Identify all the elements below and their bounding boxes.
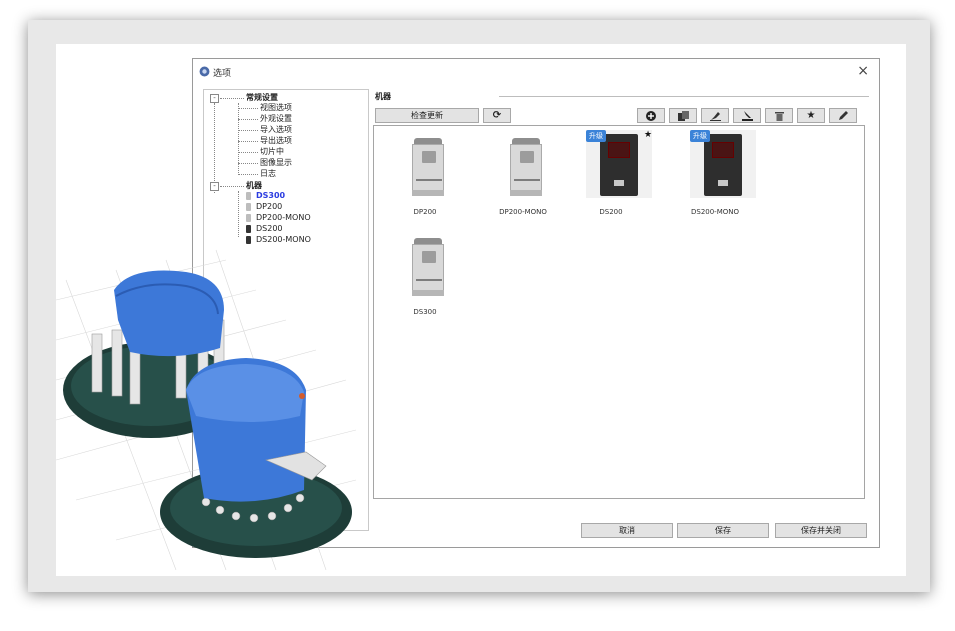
dialog-title: 选项 <box>213 69 232 79</box>
tree-item-log[interactable]: 日志 <box>260 169 276 179</box>
printer-name: DS300 <box>413 308 437 316</box>
tree-item-dp200-mono[interactable]: DP200-MONO <box>256 213 311 223</box>
tree-item-dp200[interactable]: DP200 <box>256 202 282 212</box>
copy-printer-button[interactable] <box>669 108 697 123</box>
close-button[interactable]: × <box>857 63 869 79</box>
default-star-icon: ★ <box>644 130 653 140</box>
upgrade-badge: 升级 <box>586 130 606 142</box>
import-icon <box>741 111 753 121</box>
upgrade-badge: 升级 <box>690 130 710 142</box>
edit-icon <box>709 112 721 121</box>
printer-mini-icon <box>246 203 251 211</box>
import-printer-button[interactable] <box>733 108 761 123</box>
printer-card-ds200-mono[interactable]: 升级 DS200-MONO <box>674 130 756 220</box>
tree-item-ds200[interactable]: DS200 <box>256 224 283 234</box>
printer-image <box>412 138 444 196</box>
printer-card-ds300[interactable]: DS300 <box>384 230 466 320</box>
refresh-icon: ⟳ <box>492 110 502 121</box>
favorite-button[interactable]: ★ <box>797 108 825 123</box>
save-button[interactable]: 保存 <box>677 523 769 538</box>
tree-item-appearance[interactable]: 外观设置 <box>260 114 292 124</box>
rename-button[interactable] <box>829 108 857 123</box>
refresh-button[interactable]: ⟳ <box>483 108 511 123</box>
expand-toggle-general[interactable]: - <box>210 94 219 103</box>
printer-card-dp200-mono[interactable]: DP200-MONO <box>482 130 564 220</box>
delete-printer-button[interactable] <box>765 108 793 123</box>
add-printer-button[interactable] <box>637 108 665 123</box>
pen-icon <box>839 111 848 120</box>
check-update-button[interactable]: 检查更新 <box>375 108 479 123</box>
tree-item-export[interactable]: 导出选项 <box>260 136 292 146</box>
printer-image <box>510 138 542 196</box>
tree-node-general[interactable]: 常规设置 <box>246 93 278 103</box>
printer-name: DP200 <box>413 208 437 216</box>
title-bar: 选项 × <box>193 59 879 85</box>
section-divider <box>499 96 869 97</box>
printer-name: DS200 <box>599 208 623 216</box>
printer-card-dp200[interactable]: DP200 <box>384 130 466 220</box>
section-title: 机器 <box>375 92 391 101</box>
cancel-button[interactable]: 取消 <box>581 523 673 538</box>
printer-name: DS200-MONO <box>690 208 739 216</box>
edit-printer-button[interactable] <box>701 108 729 123</box>
tree-item-image-display[interactable]: 图像显示 <box>260 158 292 168</box>
printer-image <box>412 238 444 296</box>
printer-name: DP200-MONO <box>499 208 547 216</box>
add-icon <box>646 111 656 121</box>
tree-item-view[interactable]: 视图选项 <box>260 103 292 113</box>
printer-grid: DP200 DP200-MONO 升级 ★ DS200 升级 DS200-MON… <box>373 125 865 499</box>
copy-icon <box>677 111 689 121</box>
tree-item-ds300[interactable]: DS300 <box>256 191 285 201</box>
printer-mini-icon <box>246 192 251 200</box>
app-icon <box>199 66 210 77</box>
delete-icon <box>774 112 784 121</box>
tree-node-machines[interactable]: 机器 <box>246 181 262 191</box>
tree-item-import[interactable]: 导入选项 <box>260 125 292 135</box>
star-icon: ★ <box>806 110 816 121</box>
tree-item-slicing[interactable]: 切片中 <box>260 147 284 157</box>
save-and-close-button[interactable]: 保存并关闭 <box>775 523 867 538</box>
expand-toggle-machines[interactable]: - <box>210 182 219 191</box>
dental-model-3d-render <box>56 249 356 570</box>
printer-mini-icon <box>246 225 251 233</box>
printer-card-ds200[interactable]: 升级 ★ DS200 <box>570 130 652 220</box>
printer-mini-icon <box>246 214 251 222</box>
